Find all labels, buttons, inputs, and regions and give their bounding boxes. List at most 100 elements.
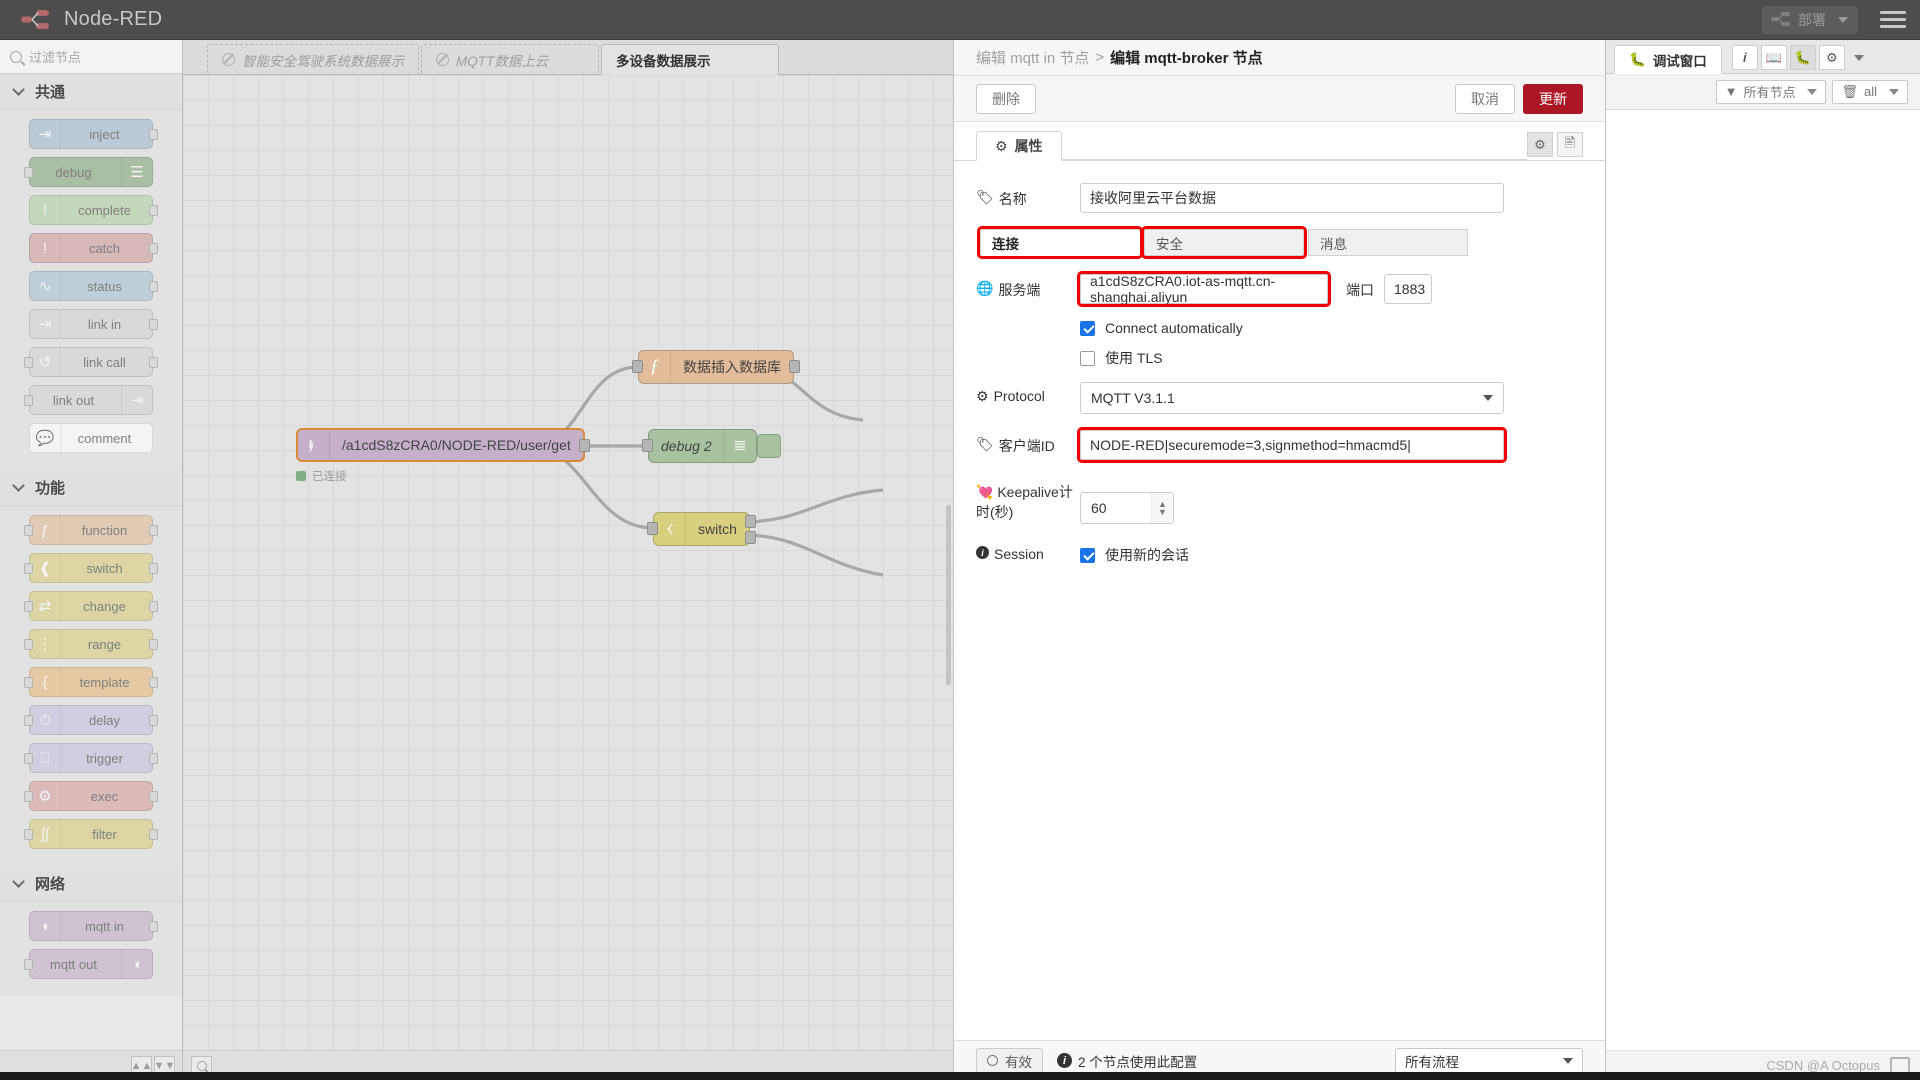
palette-node-status[interactable]: ∿ status (29, 271, 158, 301)
clientid-row: 🏷 客户端ID NODE-RED|securemode=3,signmethod… (976, 427, 1583, 463)
palette-node-switch[interactable]: ❰ switch (24, 553, 158, 583)
enable-toggle-button[interactable]: 有效 (976, 1047, 1043, 1074)
connect-automatically-checkbox[interactable] (1080, 320, 1095, 336)
palette-node-delay[interactable]: ⏱ delay (24, 705, 158, 735)
flow-tab-1[interactable]: MQTT数据上云 (421, 44, 599, 74)
chevron-down-icon[interactable] (1853, 54, 1864, 61)
port-input[interactable]: 1883 (1384, 274, 1432, 304)
node-output-port-1[interactable] (744, 515, 756, 528)
flow-tab-0[interactable]: 智能安全驾驶系统数据展示 (207, 44, 419, 74)
keepalive-stepper[interactable]: ▲ ▼ (1151, 493, 1173, 523)
palette-category-body: ⇥ inject ☰ debug ! complete ! catch ∿ status ⇥ link… (0, 110, 182, 470)
flow-node-debug-2[interactable]: debug 2 (642, 429, 781, 463)
palette-node-comment[interactable]: 💬 comment (29, 423, 153, 453)
gear-icon: ⚙ (976, 388, 989, 404)
editor-description-icon[interactable]: 🖹 (1557, 132, 1583, 157)
tab-debug-window[interactable]: 🐛 调试窗口 (1614, 45, 1722, 74)
cancel-button[interactable]: 取消 (1455, 83, 1515, 114)
usage-text: 2 个节点使用此配置 (1078, 1054, 1198, 1070)
subtab-security[interactable]: 安全 (1141, 226, 1307, 259)
use-tls-checkbox[interactable] (1080, 350, 1095, 366)
palette-node-mqtt-out[interactable]: ◖ mqtt out (24, 949, 153, 979)
chevron-down-icon[interactable] (1838, 16, 1848, 23)
palette-node-link-out[interactable]: ⇥ link out (24, 385, 153, 415)
palette-node-catch[interactable]: ! catch (29, 233, 158, 263)
name-label: 🏷 名称 (976, 189, 1027, 207)
debug-enable-toggle[interactable] (756, 434, 781, 458)
node-output-port-2[interactable] (744, 531, 756, 544)
palette-node-template[interactable]: {template (24, 667, 158, 697)
clean-session-row[interactable]: 使用新的会话 (1080, 545, 1189, 565)
palette-node-debug[interactable]: ☰ debug (24, 157, 153, 187)
flow-node-switch[interactable]: switch (647, 512, 756, 546)
palette-node-function[interactable]: ƒ function (24, 515, 158, 545)
palette-node-label: change (83, 598, 126, 614)
use-tls-row[interactable]: 使用 TLS (1080, 348, 1583, 368)
palette-category-header[interactable]: 共通 (0, 74, 182, 110)
flow-canvas[interactable]: /a1cdS8zCRA0/NODE-RED/user/get 已连接 ƒ 数据插… (183, 75, 953, 1050)
keepalive-input[interactable]: 60 ▲ ▼ (1080, 492, 1174, 524)
node-output-port[interactable] (789, 360, 800, 373)
name-row: 🏷 名称 接收阿里云平台数据 (976, 183, 1583, 213)
book-icon[interactable]: 📖 (1760, 45, 1787, 70)
flow-tab-label: 智能安全驾驶系统数据展示 (242, 53, 404, 69)
deploy-button[interactable]: 部署 (1762, 5, 1858, 34)
breadcrumb-separator: > (1095, 49, 1105, 66)
palette-node-range[interactable]: ⋮ range (24, 629, 158, 659)
tab-properties[interactable]: ⚙ 属性 (976, 131, 1062, 161)
clientid-input[interactable]: NODE-RED|securemode=3,signmethod=hmacmd5… (1077, 427, 1507, 463)
palette-node-change[interactable]: ⇄ change (24, 591, 158, 621)
filter-nodes-label: 所有节点 (1743, 85, 1796, 100)
palette-node-trigger[interactable]: ⎕ trigger (24, 743, 158, 773)
flow-node-function-db[interactable]: ƒ 数据插入数据库 (632, 350, 800, 384)
chevron-down-icon (1563, 1057, 1573, 1064)
node-input-port[interactable] (632, 360, 643, 373)
flow-tab-2[interactable]: 多设备数据展示 (601, 44, 779, 75)
palette-category-header[interactable]: 功能 (0, 470, 182, 506)
palette-node-link-call[interactable]: ↺ link call (24, 347, 158, 377)
disabled-flow-icon (436, 53, 449, 66)
debug-message-list[interactable] (1606, 110, 1920, 1050)
update-button[interactable]: 更新 (1523, 83, 1583, 114)
palette-node-link-in[interactable]: ⇥ link in (29, 309, 158, 339)
clean-session-checkbox[interactable] (1080, 547, 1095, 563)
node-output-port[interactable] (578, 439, 590, 452)
editor-form: 🏷 名称 接收阿里云平台数据 连接 安全 消息 🌐 服务端 a1cdS8zCRA… (954, 161, 1605, 1040)
subtab-messages[interactable]: 消息 (1308, 229, 1468, 256)
function-icon: ƒ (30, 516, 61, 544)
canvas-scrollbar[interactable] (946, 505, 951, 685)
palette-node-mqtt-in[interactable]: ◖ mqtt in (29, 911, 158, 941)
subtab-connection[interactable]: 连接 (977, 226, 1143, 259)
palette-node-inject[interactable]: ⇥ inject (29, 119, 158, 149)
palette-node-label: mqtt in (84, 918, 124, 934)
info-icon[interactable]: i (1731, 45, 1758, 70)
scope-select[interactable]: 所有流程 (1395, 1047, 1583, 1074)
palette-node-label: switch (86, 560, 123, 576)
tag-icon: 🏷 (976, 436, 994, 452)
filter-nodes-dropdown[interactable]: ▼ 所有节点 (1715, 79, 1827, 104)
connect-automatically-label: Connect automatically (1105, 320, 1243, 336)
function-icon: ƒ (639, 351, 671, 383)
switch-icon (654, 513, 686, 545)
gear-icon[interactable]: ⚙ (1818, 45, 1845, 70)
editor-settings-gear-icon[interactable]: ⚙ (1527, 132, 1553, 157)
brand: Node-RED (0, 8, 162, 31)
palette-search-row[interactable]: 过滤节点 (0, 40, 182, 74)
breadcrumb-previous[interactable]: 编辑 mqtt in 节点 (976, 47, 1089, 68)
hamburger-menu-icon[interactable] (1880, 7, 1906, 32)
node-input-port[interactable] (642, 439, 653, 452)
delete-button[interactable]: 删除 (976, 83, 1036, 114)
clear-messages-dropdown[interactable]: 🗑 all (1832, 79, 1908, 104)
filter-icon: ▼ (1724, 84, 1738, 99)
name-input[interactable]: 接收阿里云平台数据 (1080, 183, 1504, 213)
palette-node-exec[interactable]: ⚙ exec (24, 781, 158, 811)
server-input[interactable]: a1cdS8zCRA0.iot-as-mqtt.cn-shanghai.aliy… (1077, 271, 1331, 307)
palette-category-header[interactable]: 网络 (0, 866, 182, 902)
palette-node-filter[interactable]: ∬ filter (24, 819, 158, 849)
flow-node-mqtt-in[interactable]: /a1cdS8zCRA0/NODE-RED/user/get 已连接 (296, 428, 590, 483)
connect-automatically-row[interactable]: Connect automatically (1080, 320, 1583, 336)
bug-icon[interactable]: 🐛 (1789, 45, 1816, 70)
palette-node-complete[interactable]: ! complete (29, 195, 158, 225)
protocol-select[interactable]: MQTT V3.1.1 (1080, 382, 1504, 414)
node-input-port[interactable] (647, 522, 658, 535)
